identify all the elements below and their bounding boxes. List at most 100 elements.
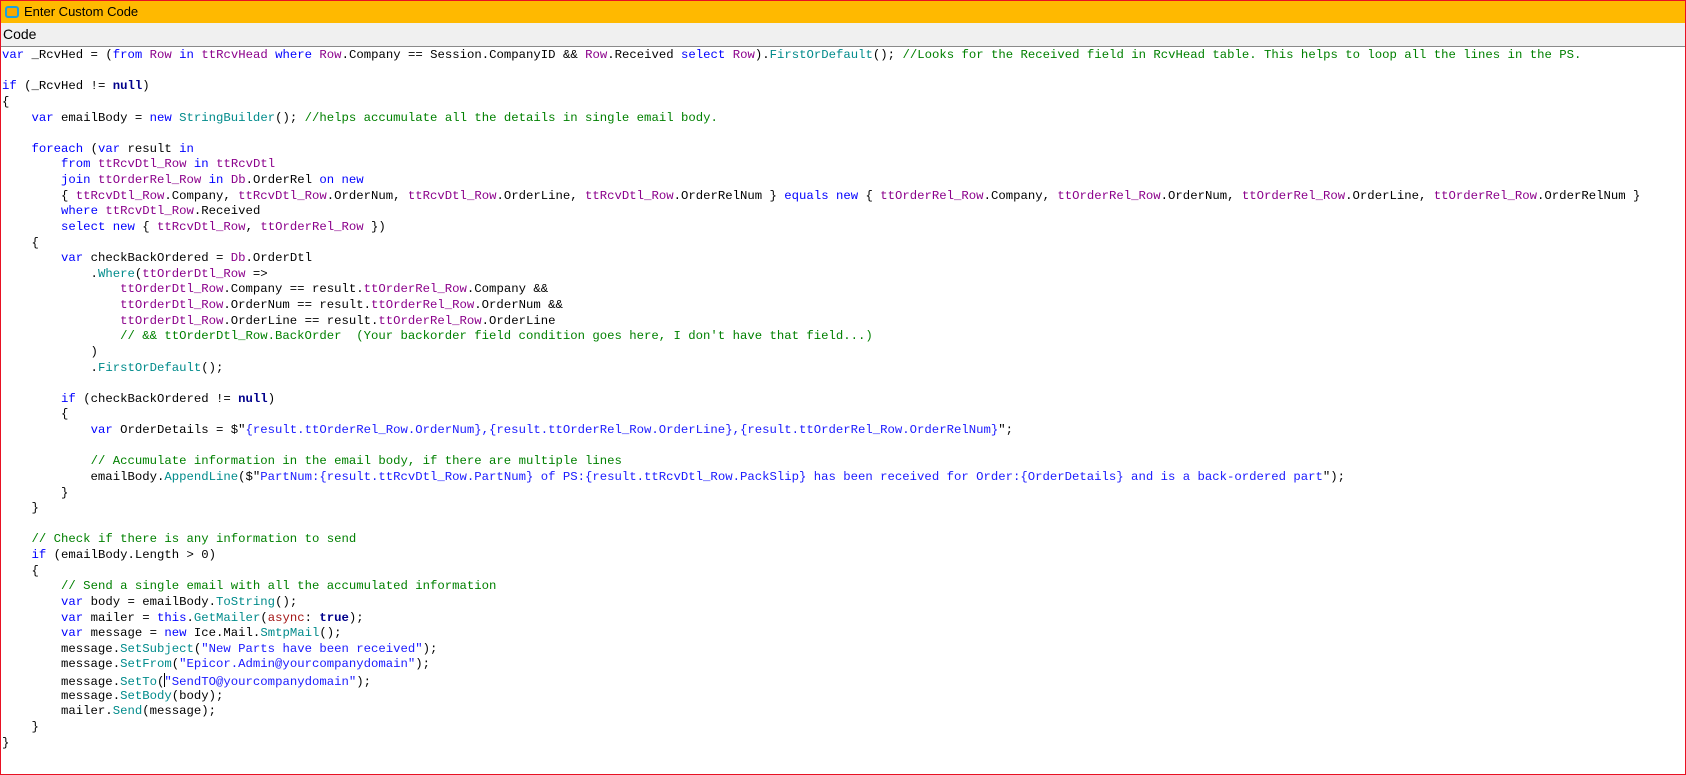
code-token-comment: // Send a single email with all the accu… <box>61 579 497 594</box>
code-token-code-text: { <box>858 188 881 203</box>
code-line[interactable]: ) <box>2 345 1685 361</box>
code-token-code-text: Ice.Mail. <box>186 626 261 641</box>
title-bar[interactable]: Enter Custom Code <box>1 1 1685 23</box>
code-token-code-text: mailer = <box>83 610 157 625</box>
code-line[interactable] <box>2 64 1685 80</box>
code-line[interactable]: var emailBody = new StringBuilder(); //h… <box>2 111 1685 127</box>
code-line[interactable]: // Check if there is any information to … <box>2 532 1685 548</box>
code-token-code-text <box>2 595 61 609</box>
code-line[interactable]: message.SetFrom("Epicor.Admin@yourcompan… <box>2 657 1685 673</box>
code-token-code-text <box>2 298 120 312</box>
code-token-identifier: Db <box>230 173 246 187</box>
code-token-code-text: checkBackOrdered = <box>83 251 231 266</box>
code-token-keyword: var <box>97 141 121 156</box>
code-token-identifier: Row <box>585 48 608 62</box>
code-token-identifier: Db <box>230 251 246 266</box>
code-token-identifier: ttOrderRel_Row <box>1057 188 1161 203</box>
code-token-code-text: ); <box>415 657 431 672</box>
code-line[interactable]: from ttRcvDtl_Row in ttRcvDtl <box>2 157 1685 173</box>
code-line[interactable]: { <box>2 95 1685 111</box>
code-line[interactable]: var checkBackOrdered = Db.OrderDtl <box>2 251 1685 267</box>
code-token-code-text: message. <box>2 657 121 672</box>
code-line[interactable]: .FirstOrDefault(); <box>2 361 1685 377</box>
code-line[interactable]: } <box>2 736 1685 752</box>
code-line[interactable]: // Accumulate information in the email b… <box>2 454 1685 470</box>
code-line[interactable]: message.SetTo("SendTO@yourcompanydomain"… <box>2 673 1685 689</box>
code-token-code-text: } <box>2 485 69 500</box>
code-token-code-text: _RcvHed = ( <box>24 48 113 62</box>
code-editor[interactable]: var _RcvHed = (from Row in ttRcvHead whe… <box>2 48 1685 774</box>
code-line[interactable]: { <box>2 564 1685 580</box>
code-token-method: FirstOrDefault <box>769 48 873 62</box>
code-token-method: SetTo <box>120 675 157 689</box>
code-line[interactable] <box>2 439 1685 455</box>
code-token-keyword: join <box>61 173 91 187</box>
code-token-string: "New Parts have been received" <box>201 641 423 656</box>
code-line[interactable]: ttOrderDtl_Row.OrderLine == result.ttOrd… <box>2 314 1685 330</box>
code-token-code-text <box>91 157 98 171</box>
code-line[interactable]: if (emailBody.Length > 0) <box>2 548 1685 564</box>
code-line[interactable]: .Where(ttOrderDtl_Row => <box>2 267 1685 283</box>
code-token-code-text: message. <box>2 688 121 703</box>
code-line[interactable]: select new { ttRcvDtl_Row, ttOrderRel_Ro… <box>2 220 1685 236</box>
code-line[interactable]: ttOrderDtl_Row.OrderNum == result.ttOrde… <box>2 298 1685 314</box>
code-line[interactable] <box>2 517 1685 533</box>
code-line[interactable]: if (_RcvHed != null) <box>2 79 1685 95</box>
code-token-code-text: .OrderLine, <box>1345 188 1434 203</box>
code-line[interactable]: mailer.Send(message); <box>2 704 1685 720</box>
code-line[interactable]: message.SetSubject("New Parts have been … <box>2 642 1685 658</box>
code-line[interactable]: foreach (var result in <box>2 142 1685 158</box>
window-title: Enter Custom Code <box>24 4 139 19</box>
code-line[interactable] <box>2 126 1685 142</box>
code-token-code-text <box>725 48 732 62</box>
code-line[interactable]: var message = new Ice.Mail.SmtpMail(); <box>2 626 1685 642</box>
code-token-keyword: new <box>341 173 364 187</box>
code-line[interactable]: emailBody.AppendLine($"PartNum:{result.t… <box>2 470 1685 486</box>
code-token-method: ToString <box>216 594 276 609</box>
code-token-code-text: .OrderNum && <box>474 298 563 312</box>
code-line[interactable]: var body = emailBody.ToString(); <box>2 595 1685 611</box>
code-token-keyword: this <box>156 610 187 625</box>
code-token-code-text: "); <box>1322 469 1346 484</box>
code-line[interactable]: if (checkBackOrdered != null) <box>2 392 1685 408</box>
code-token-keyword: var <box>61 251 84 266</box>
code-line[interactable]: // && ttOrderDtl_Row.BackOrder (Your bac… <box>2 329 1685 345</box>
code-line[interactable]: } <box>2 486 1685 502</box>
code-line[interactable]: { <box>2 236 1685 252</box>
code-line[interactable]: ttOrderDtl_Row.Company == result.ttOrder… <box>2 282 1685 298</box>
code-token-code-text <box>334 173 341 187</box>
code-token-code-text: (); <box>275 594 298 609</box>
code-line[interactable]: } <box>2 720 1685 736</box>
code-token-identifier: Row <box>319 48 342 62</box>
code-line[interactable]: message.SetBody(body); <box>2 689 1685 705</box>
code-token-identifier: Row <box>149 48 172 62</box>
code-token-identifier: ttOrderRel_Row <box>370 298 475 312</box>
code-token-code-text: .Company && <box>466 282 549 297</box>
code-token-code-text <box>105 220 112 234</box>
code-token-keyword: var <box>2 48 25 62</box>
code-token-code-text <box>2 251 61 265</box>
code-line[interactable]: { ttRcvDtl_Row.Company, ttRcvDtl_Row.Ord… <box>2 189 1685 205</box>
code-token-code-text: emailBody. <box>2 469 165 484</box>
code-token-code-text <box>2 204 61 218</box>
code-token-code-text: .OrderLine, <box>496 188 586 203</box>
code-token-code-text: ); <box>422 641 438 656</box>
code-line[interactable]: var _RcvHed = (from Row in ttRcvHead whe… <box>2 48 1685 64</box>
code-line[interactable]: var mailer = this.GetMailer(async: true)… <box>2 611 1685 627</box>
code-line[interactable]: { <box>2 407 1685 423</box>
code-line[interactable]: // Send a single email with all the accu… <box>2 579 1685 595</box>
code-token-code-text <box>223 173 230 187</box>
code-line[interactable]: var OrderDetails = $"{result.ttOrderRel_… <box>2 423 1685 439</box>
code-line[interactable]: where ttRcvDtl_Row.Received <box>2 204 1685 220</box>
code-token-code-text: .Received <box>193 204 261 219</box>
code-line[interactable]: } <box>2 501 1685 517</box>
code-token-string: PartNum:{result.ttRcvDtl_Row.PartNum} of… <box>260 469 1323 484</box>
code-line[interactable]: join ttOrderRel_Row in Db.OrderRel on ne… <box>2 173 1685 189</box>
code-token-identifier: ttOrderRel_Row <box>378 313 482 328</box>
code-token-literal: true <box>319 610 349 625</box>
code-token-keyword: if <box>31 548 47 562</box>
code-token-code-text: (checkBackOrdered != <box>75 391 239 406</box>
code-token-code-text: body = emailBody. <box>83 594 217 609</box>
code-token-code-text <box>201 173 208 187</box>
code-line[interactable] <box>2 376 1685 392</box>
